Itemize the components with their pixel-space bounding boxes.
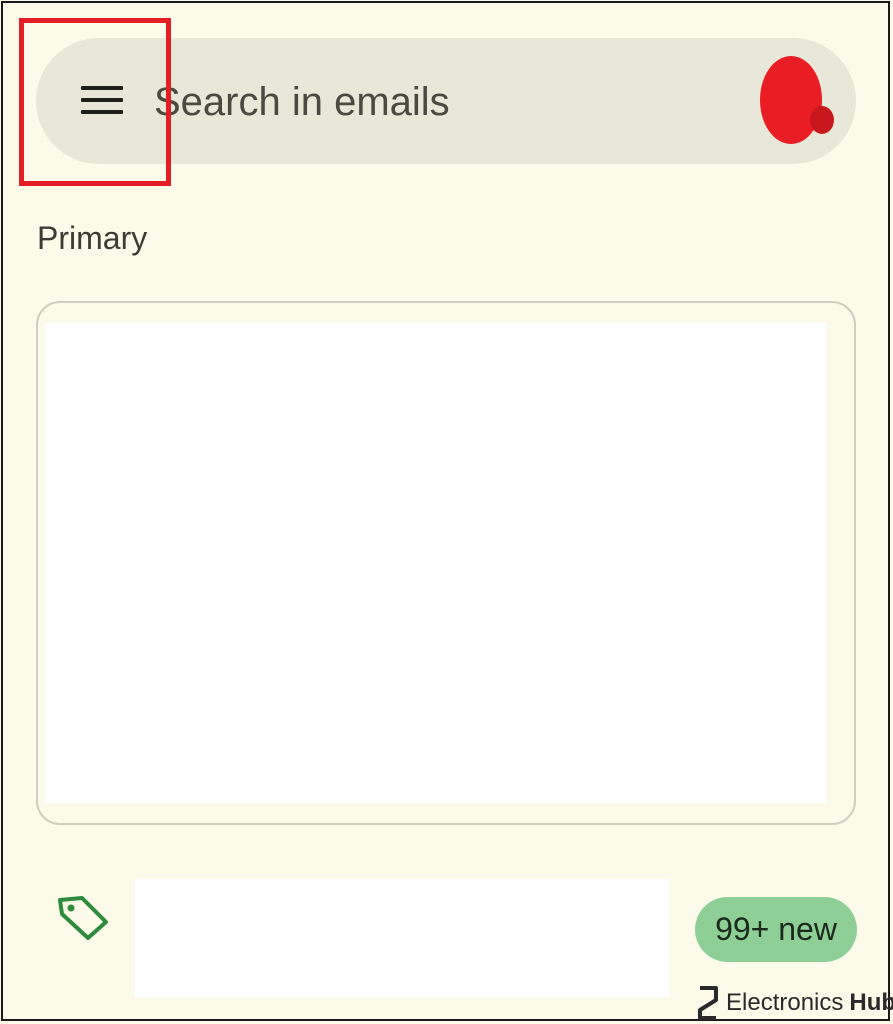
tag-icon bbox=[58, 896, 108, 940]
watermark: Electronics Hub bbox=[696, 983, 893, 1023]
avatar-status-dot bbox=[810, 106, 834, 134]
account-avatar[interactable] bbox=[760, 56, 822, 144]
watermark-text: Electronics bbox=[726, 989, 844, 1016]
redacted-email-content bbox=[45, 323, 826, 803]
watermark-text-bold: Hub bbox=[849, 989, 893, 1016]
new-count-badge[interactable]: 99+ new bbox=[695, 897, 857, 962]
menu-highlight-annotation bbox=[19, 18, 171, 186]
section-title-primary: Primary bbox=[37, 220, 148, 256]
redacted-category-row bbox=[135, 879, 670, 997]
electronics-hub-logo-icon bbox=[698, 986, 718, 1020]
search-input[interactable]: Search in emails bbox=[154, 76, 450, 128]
